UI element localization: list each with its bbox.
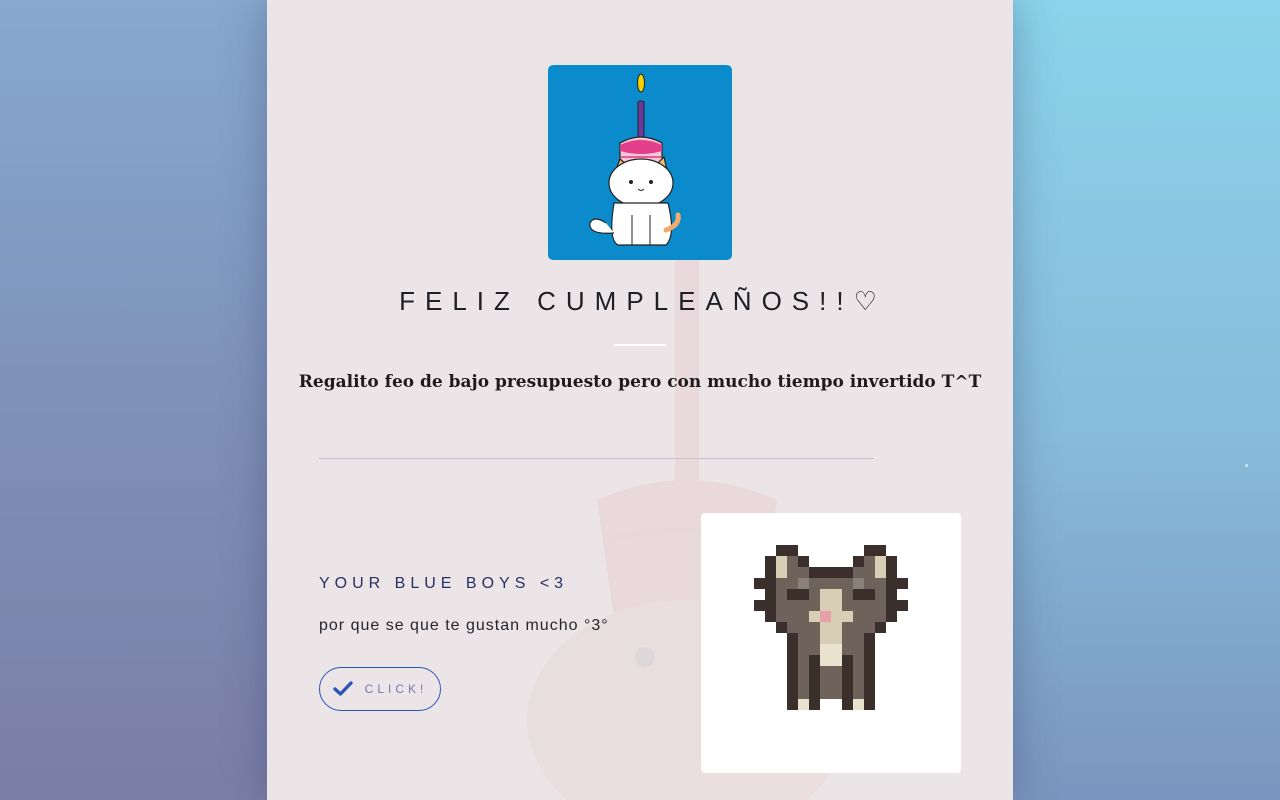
- background-left: [0, 0, 268, 800]
- title-divider: [614, 344, 666, 346]
- birthday-cat-avatar: [548, 65, 732, 260]
- page-subtitle: Regalito feo de bajo presupuesto pero co…: [298, 372, 982, 392]
- background-right: [1000, 0, 1280, 800]
- click-button-label: CLICK!: [364, 682, 428, 696]
- cat-with-cake-icon: [589, 73, 681, 246]
- click-button[interactable]: CLICK!: [319, 667, 441, 711]
- page-title: FELIZ CUMPLEAÑOS!!♡: [399, 286, 887, 316]
- section-divider: [319, 458, 874, 459]
- pixel-cat-icon: [754, 545, 908, 710]
- pixel-cat-image: [701, 513, 961, 773]
- background-sparkle: [1245, 464, 1248, 467]
- section-heading: YOUR BLUE BOYS <3: [319, 575, 569, 592]
- greeting-card: FELIZ CUMPLEAÑOS!!♡ Regalito feo de bajo…: [267, 0, 1013, 800]
- section-text: por que se que te gustan mucho °3°: [319, 617, 609, 634]
- check-icon: [332, 681, 353, 696]
